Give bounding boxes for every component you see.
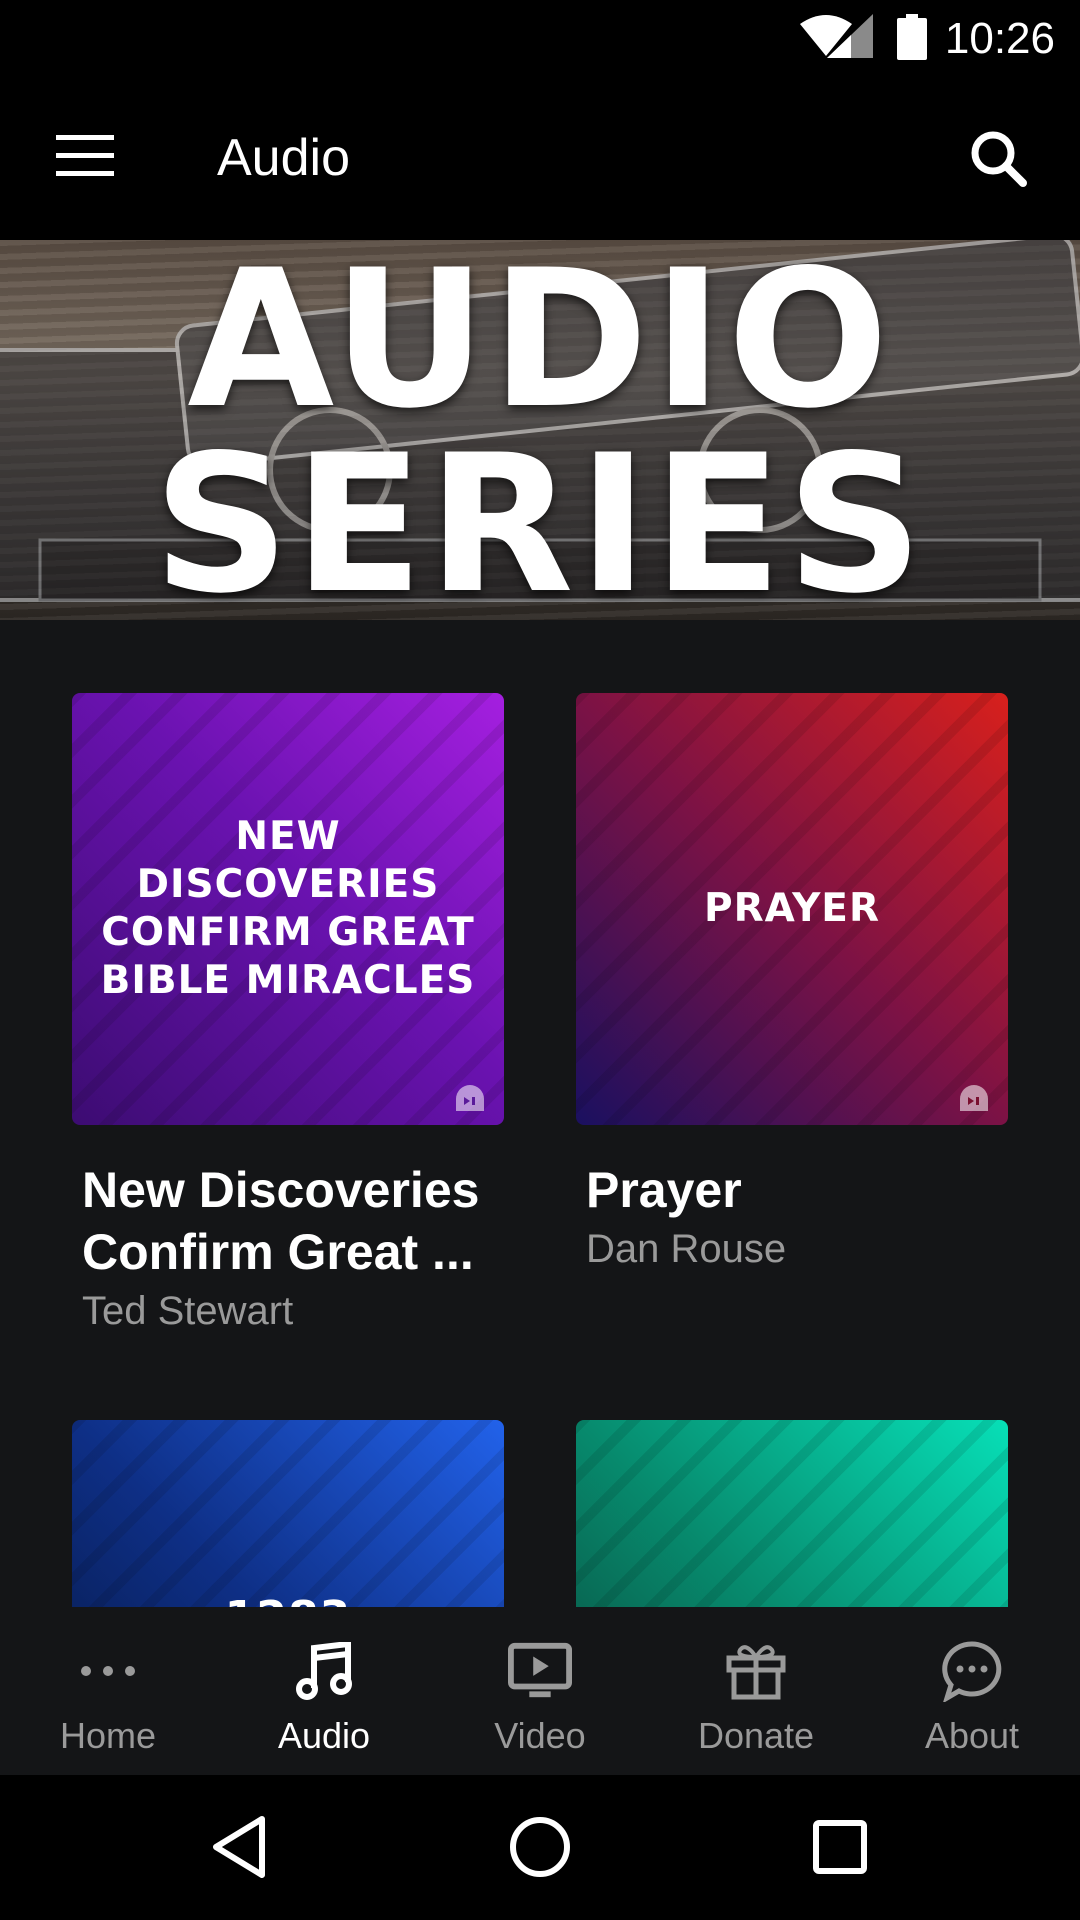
nav-label-donate: Donate	[697, 1715, 815, 1756]
hero-banner: AUDIO SERIES	[0, 240, 1080, 620]
nav-item-home[interactable]: Home	[0, 1607, 216, 1775]
series-thumbnail[interactable]	[576, 1420, 1008, 1607]
bottom-navigation: Home Audio Video Donate About	[0, 1607, 1080, 1775]
signal-icon	[827, 14, 873, 58]
series-title: Prayer	[586, 1162, 742, 1218]
back-triangle-icon	[213, 1816, 265, 1878]
series-author: Dan Rouse	[586, 1227, 787, 1271]
gift-icon	[726, 1645, 786, 1700]
nav-label-about: About	[924, 1715, 1020, 1756]
page-title: Audio	[217, 129, 350, 187]
nav-label-home: Home	[59, 1715, 157, 1756]
recents-button[interactable]	[800, 1807, 880, 1887]
series-card[interactable]: NEW DISCOVERIES CONFIRM GREAT BIBLE MIRA…	[72, 693, 504, 1334]
nav-label-audio: Audio	[277, 1715, 371, 1756]
nav-label-video: Video	[494, 1715, 586, 1756]
nav-item-video[interactable]: Video	[432, 1607, 648, 1775]
status-bar: 10:26	[0, 0, 1080, 76]
battery-icon	[897, 14, 927, 60]
video-play-icon	[508, 1642, 572, 1698]
home-circle-icon	[510, 1817, 570, 1877]
menu-button[interactable]	[40, 116, 130, 196]
hero-title-line1: AUDIO	[187, 240, 893, 450]
more-dots-icon	[81, 1666, 135, 1676]
series-thumbnail[interactable]: 1283	[72, 1420, 504, 1607]
search-button[interactable]	[956, 116, 1040, 200]
home-button[interactable]	[500, 1807, 580, 1887]
audio-series-grid: NEW DISCOVERIES CONFIRM GREAT BIBLE MIRA…	[0, 620, 1080, 1607]
thumbnail-title: PRAYER	[704, 886, 880, 931]
hamburger-menu-icon	[56, 135, 114, 176]
series-thumbnail[interactable]: NEW DISCOVERIES CONFIRM GREAT BIBLE MIRA…	[72, 693, 504, 1125]
recents-square-icon	[813, 1820, 867, 1874]
chat-bubble-icon	[942, 1641, 1002, 1702]
nav-item-audio[interactable]: Audio	[216, 1607, 432, 1775]
audio-badge-icon	[960, 1085, 988, 1111]
back-button[interactable]	[200, 1807, 280, 1887]
thumbnail-title: NEW DISCOVERIES CONFIRM GREAT BIBLE MIRA…	[100, 814, 476, 1003]
series-card[interactable]: PRAYER Prayer Dan Rouse	[576, 693, 1008, 1272]
series-title: New Discoveries Confirm Great ...	[82, 1162, 480, 1280]
series-author: Ted Stewart	[82, 1289, 294, 1333]
audio-badge-icon	[456, 1085, 484, 1111]
thumbnail-title: 1283	[72, 1420, 504, 1608]
nav-item-donate[interactable]: Donate	[648, 1607, 864, 1775]
series-thumbnail[interactable]: PRAYER	[576, 693, 1008, 1125]
music-note-icon	[296, 1642, 352, 1700]
app-bar: Audio	[0, 76, 1080, 240]
series-card[interactable]: 1283	[72, 1420, 504, 1607]
series-card[interactable]	[576, 1420, 1008, 1607]
status-time: 10:26	[944, 14, 1055, 63]
nav-item-about[interactable]: About	[864, 1607, 1080, 1775]
system-navigation-bar	[0, 1775, 1080, 1920]
search-icon	[971, 131, 1027, 187]
hero-title-line2: SERIES	[152, 414, 928, 620]
